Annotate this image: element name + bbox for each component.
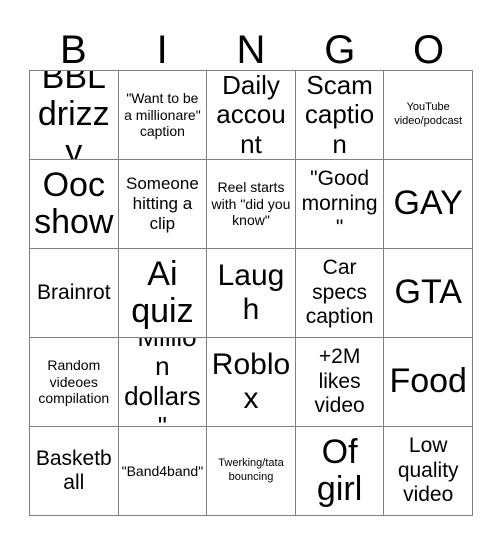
bingo-cell[interactable]: "Band4band"	[118, 427, 208, 516]
bingo-cell[interactable]: Reel starts with "did you know"	[207, 160, 296, 249]
bingo-cell[interactable]: GTA	[384, 249, 473, 338]
bingo-cell-label: "Want to be a millionare" caption	[124, 89, 201, 140]
bingo-cell-label: Daily account	[216, 71, 286, 159]
bingo-cell[interactable]: Brainrot	[30, 249, 119, 338]
bingo-cell[interactable]: Someone hitting a clip	[118, 160, 208, 249]
bingo-cell-label: Random videoes compilation	[38, 356, 110, 407]
bingo-header-letter-b: B	[60, 28, 87, 72]
bingo-cell[interactable]: Car specs caption	[295, 249, 385, 338]
bingo-cell-label: GAY	[393, 184, 463, 223]
bingo-cell[interactable]: "Want to be a millionare" caption	[118, 71, 208, 160]
bingo-cell-label: "Band4band"	[121, 462, 204, 479]
bingo-cell[interactable]: GAY	[384, 160, 473, 249]
bingo-cell-label: Scam caption	[304, 71, 375, 159]
bingo-header-letter-n: N	[236, 28, 266, 72]
bingo-cell-label: Reel starts with "did you know"	[211, 178, 291, 229]
bingo-cell-label: Brainrot	[37, 280, 111, 304]
bingo-cell[interactable]: Roblox	[207, 338, 296, 427]
bingo-cell-label: Twerking/tata bouncing	[218, 457, 284, 483]
bingo-header-letter-o: O	[413, 28, 445, 72]
bingo-card: B I N G O BBL drizzy "Want to be a millionare…	[0, 0, 500, 544]
bingo-cell[interactable]: Of girl	[295, 427, 385, 516]
bingo-cell-label: Ooc show	[34, 165, 114, 241]
bingo-cell[interactable]: Basketball	[30, 427, 119, 516]
bingo-cell[interactable]: YouTube video/podcast	[384, 71, 473, 160]
bingo-cell-label: Of girl	[316, 432, 363, 508]
bingo-cell-label: GTA	[394, 273, 462, 312]
bingo-cell-label: YouTube video/podcast	[394, 101, 463, 127]
bingo-cell[interactable]: Twerking/tata bouncing	[207, 427, 296, 516]
bingo-cell-label: Laugh	[217, 259, 285, 326]
bingo-grid: BBL drizzy "Want to be a millionare" capt…	[29, 70, 473, 516]
bingo-cell[interactable]: Daily account	[207, 71, 296, 160]
bingo-cell-label: Roblox	[211, 348, 291, 415]
bingo-header-letter-g: G	[324, 28, 356, 72]
bingo-cell[interactable]: Scam caption	[295, 71, 385, 160]
bingo-cell[interactable]: +2M likes video	[295, 338, 385, 427]
bingo-cell-label: Basketball	[35, 446, 112, 494]
bingo-cell[interactable]: BBL drizzy	[30, 71, 119, 160]
bingo-cell-label: BBL drizzy	[37, 71, 110, 160]
bingo-cell-label: +2M likes video	[314, 345, 365, 418]
bingo-cell[interactable]: "Good morning"	[295, 160, 385, 249]
bingo-cell[interactable]: Ooc show	[30, 160, 119, 249]
bingo-cell-label: Food	[389, 362, 467, 401]
bingo-cell[interactable]: "Million dollars"	[118, 338, 208, 427]
bingo-cell-label: Car specs caption	[305, 256, 374, 329]
bingo-cell[interactable]: Random videoes compilation	[30, 338, 119, 427]
bingo-header-letter-i: I	[156, 28, 168, 72]
bingo-cell[interactable]: Low quality video	[384, 427, 473, 516]
bingo-cell-label: "Good morning"	[301, 167, 378, 240]
bingo-header: BINGO	[29, 18, 473, 70]
bingo-cell[interactable]: Ai quiz	[118, 249, 208, 338]
bingo-cell[interactable]: Food	[384, 338, 473, 427]
bingo-cell-label: Someone hitting a clip	[126, 173, 199, 234]
bingo-cell-label: Ai quiz	[131, 254, 194, 330]
bingo-cell-label: Low quality video	[397, 434, 459, 507]
bingo-cell[interactable]: Laugh	[207, 249, 296, 338]
bingo-cell-label: "Million dollars"	[124, 338, 201, 427]
